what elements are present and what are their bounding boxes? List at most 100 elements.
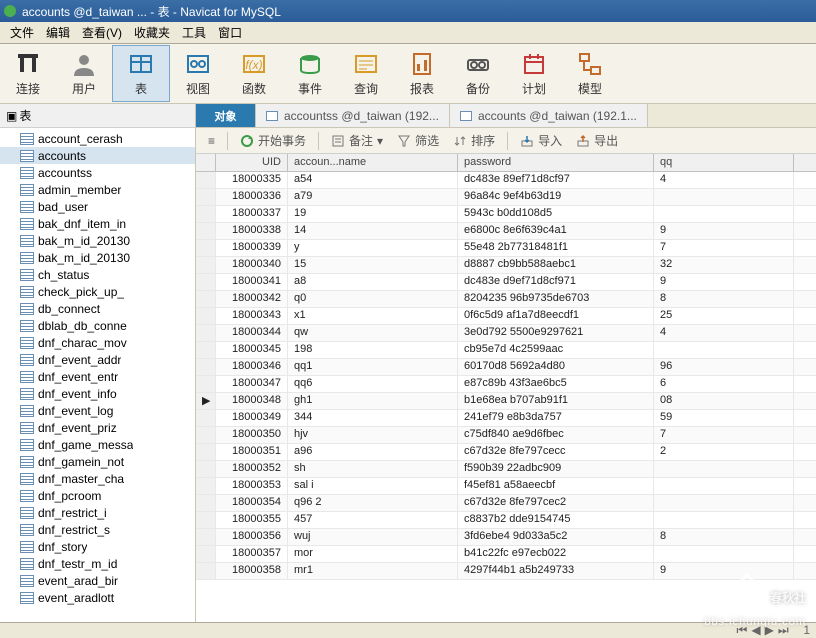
- col-qq[interactable]: qq: [654, 154, 794, 171]
- cell-qq[interactable]: [654, 206, 794, 222]
- table-row[interactable]: 18000356wuj3fd6ebe4 9d033a5c28: [196, 529, 816, 546]
- table-row[interactable]: 18000354q96 2c67d32e 8fe797cec2: [196, 495, 816, 512]
- tool-table[interactable]: 表: [112, 45, 170, 102]
- tree-item[interactable]: accounts: [0, 147, 195, 164]
- cell-qq[interactable]: 59: [654, 410, 794, 426]
- cell-name[interactable]: 198: [288, 342, 458, 358]
- cell-qq[interactable]: 7: [654, 240, 794, 256]
- tool-function[interactable]: f(x)函数: [226, 46, 282, 101]
- table-row[interactable]: 18000344qw3e0d792 5500e92976214: [196, 325, 816, 342]
- cell-qq[interactable]: 4: [654, 172, 794, 188]
- cell-name[interactable]: a96: [288, 444, 458, 460]
- cell-qq[interactable]: 6: [654, 376, 794, 392]
- table-row[interactable]: 18000341a8dc483e d9ef71d8cf9719: [196, 274, 816, 291]
- menu-3[interactable]: 收藏夹: [128, 22, 176, 44]
- cell-name[interactable]: x1: [288, 308, 458, 324]
- cell-name[interactable]: sh: [288, 461, 458, 477]
- cell-password[interactable]: 60170d8 5692a4d80: [458, 359, 654, 375]
- col-name[interactable]: accoun...name: [288, 154, 458, 171]
- cell-name[interactable]: a79: [288, 189, 458, 205]
- tree-item[interactable]: dnf_event_priz: [0, 419, 195, 436]
- cell-password[interactable]: dc483e d9ef71d8cf971: [458, 274, 654, 290]
- tab-accountss[interactable]: accountss @d_taiwan (192...: [256, 104, 450, 127]
- start-transaction-button[interactable]: 开始事务: [234, 130, 312, 151]
- menu-0[interactable]: 文件: [4, 22, 40, 44]
- cell-password[interactable]: 4297f44b1 a5b249733: [458, 563, 654, 579]
- cell-password[interactable]: 241ef79 e8b3da757: [458, 410, 654, 426]
- table-row[interactable]: 18000336a7996a84c 9ef4b63d19: [196, 189, 816, 206]
- col-password[interactable]: password: [458, 154, 654, 171]
- cell-qq[interactable]: 08: [654, 393, 794, 409]
- cell-password[interactable]: 5943c b0dd108d5: [458, 206, 654, 222]
- cell-qq[interactable]: 32: [654, 257, 794, 273]
- tree-item[interactable]: dnf_story: [0, 538, 195, 555]
- cell-qq[interactable]: [654, 512, 794, 528]
- tree-item[interactable]: dnf_event_log: [0, 402, 195, 419]
- menu-1[interactable]: 编辑: [40, 22, 76, 44]
- cell-qq[interactable]: 9: [654, 274, 794, 290]
- menu-2[interactable]: 查看(V): [76, 22, 128, 44]
- cell-name[interactable]: a54: [288, 172, 458, 188]
- cell-uid[interactable]: 18000340: [216, 257, 288, 273]
- cell-password[interactable]: 8204235 96b9735de6703: [458, 291, 654, 307]
- cell-qq[interactable]: [654, 342, 794, 358]
- export-button[interactable]: 导出: [570, 130, 624, 151]
- cell-uid[interactable]: 18000337: [216, 206, 288, 222]
- table-row[interactable]: 18000351a96c67d32e 8fe797cecc2: [196, 444, 816, 461]
- cell-name[interactable]: wuj: [288, 529, 458, 545]
- cell-uid[interactable]: 18000348: [216, 393, 288, 409]
- cell-password[interactable]: 55e48 2b77318481f1: [458, 240, 654, 256]
- table-row[interactable]: 1800034015d8887 cb9bb588aebc132: [196, 257, 816, 274]
- cell-name[interactable]: qw: [288, 325, 458, 341]
- table-row[interactable]: 18000337195943c b0dd108d5: [196, 206, 816, 223]
- cell-qq[interactable]: [654, 461, 794, 477]
- table-row[interactable]: 18000346qq160170d8 5692a4d8096: [196, 359, 816, 376]
- tree-item[interactable]: dblab_db_conne: [0, 317, 195, 334]
- tree-item[interactable]: dnf_restrict_i: [0, 504, 195, 521]
- tree-item[interactable]: dnf_pcroom: [0, 487, 195, 504]
- cell-name[interactable]: qq6: [288, 376, 458, 392]
- cell-qq[interactable]: [654, 495, 794, 511]
- cell-uid[interactable]: 18000347: [216, 376, 288, 392]
- first-page-button[interactable]: ⏮: [737, 623, 748, 638]
- tool-schedule[interactable]: 计划: [506, 46, 562, 101]
- cell-qq[interactable]: [654, 478, 794, 494]
- cell-password[interactable]: f45ef81 a58aeecbf: [458, 478, 654, 494]
- cell-password[interactable]: c67d32e 8fe797cecc: [458, 444, 654, 460]
- tool-report[interactable]: 报表: [394, 46, 450, 101]
- cell-password[interactable]: f590b39 22adbc909: [458, 461, 654, 477]
- import-button[interactable]: 导入: [514, 130, 568, 151]
- cell-name[interactable]: gh1: [288, 393, 458, 409]
- tool-user[interactable]: 用户: [56, 46, 112, 101]
- tool-event[interactable]: 事件: [282, 46, 338, 101]
- tool-query[interactable]: 查询: [338, 46, 394, 101]
- tree-item[interactable]: dnf_event_addr: [0, 351, 195, 368]
- cell-qq[interactable]: 2: [654, 444, 794, 460]
- tree-item[interactable]: bak_dnf_item_in: [0, 215, 195, 232]
- cell-name[interactable]: mr1: [288, 563, 458, 579]
- tool-backup[interactable]: 备份: [450, 46, 506, 101]
- cell-name[interactable]: 344: [288, 410, 458, 426]
- table-row[interactable]: 18000352shf590b39 22adbc909: [196, 461, 816, 478]
- tree-item[interactable]: dnf_event_entr: [0, 368, 195, 385]
- cell-qq[interactable]: 8: [654, 291, 794, 307]
- cell-password[interactable]: c8837b2 dde9154745: [458, 512, 654, 528]
- next-page-button[interactable]: ▶: [765, 623, 774, 638]
- cell-password[interactable]: 3e0d792 5500e9297621: [458, 325, 654, 341]
- tool-connect[interactable]: 连接: [0, 46, 56, 101]
- cell-name[interactable]: sal i: [288, 478, 458, 494]
- tree-item[interactable]: event_aradlott: [0, 589, 195, 606]
- cell-uid[interactable]: 18000341: [216, 274, 288, 290]
- cell-uid[interactable]: 18000338: [216, 223, 288, 239]
- cell-name[interactable]: hjv: [288, 427, 458, 443]
- cell-uid[interactable]: 18000335: [216, 172, 288, 188]
- cell-password[interactable]: c75df840 ae9d6fbec: [458, 427, 654, 443]
- cell-password[interactable]: d8887 cb9bb588aebc1: [458, 257, 654, 273]
- cell-uid[interactable]: 18000355: [216, 512, 288, 528]
- cell-uid[interactable]: 18000356: [216, 529, 288, 545]
- menu-4[interactable]: 工具: [176, 22, 212, 44]
- table-row[interactable]: 18000349344241ef79 e8b3da75759: [196, 410, 816, 427]
- tab-objects[interactable]: 对象: [196, 104, 256, 127]
- tree-item[interactable]: dnf_restrict_s: [0, 521, 195, 538]
- cell-uid[interactable]: 18000344: [216, 325, 288, 341]
